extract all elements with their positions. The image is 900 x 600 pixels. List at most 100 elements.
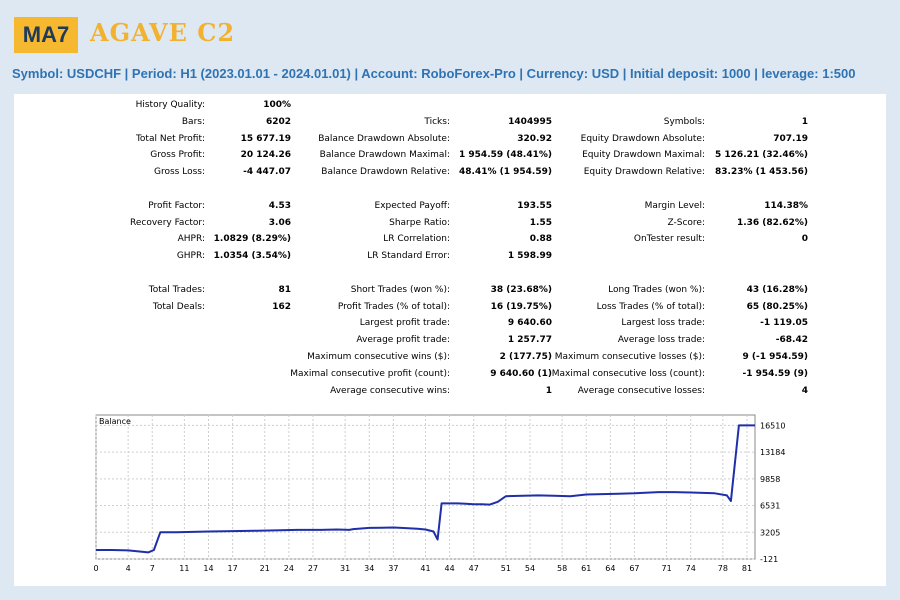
x-tick-label: 37 (388, 564, 398, 573)
stat-value-total-deals: 162 (272, 301, 291, 312)
stat-value-total-trades: 81 (278, 284, 291, 295)
stat-value-expected-payoff: 193.55 (517, 200, 552, 211)
stat-value-lr-correlation: 0.88 (529, 234, 552, 245)
stat-label-maximum-consecutive-losses: Maximum consecutive losses ($): (554, 352, 705, 362)
stat-label-symbols: Symbols: (663, 116, 705, 127)
stat-label-recovery-factor: Recovery Factor: (129, 217, 205, 228)
stat-value-average-loss-trade: -68.42 (775, 335, 808, 346)
stat-label-total-deals: Total Deals: (152, 301, 205, 312)
x-tick-label: 81 (742, 564, 752, 573)
stat-label-gross-profit: Gross Profit: (150, 150, 205, 161)
stat-value-total-net-profit: 15 677.19 (240, 133, 291, 144)
stat-label-maximum-consecutive-wins: Maximum consecutive wins ($): (307, 352, 450, 362)
stat-value-profit-trades-of-total: 16 (19.75%) (490, 301, 552, 312)
y-tick-label: 9858 (760, 475, 780, 484)
y-tick-label: 3205 (760, 528, 780, 537)
stat-label-expected-payoff: Expected Payoff: (374, 200, 450, 211)
stat-value-average-profit-trade: 1 257.77 (507, 335, 552, 346)
report-info-bar: Symbol: USDCHF | Period: H1 (2023.01.01 … (12, 66, 856, 81)
stat-label-equity-drawdown-relative: Equity Drawdown Relative: (583, 167, 705, 178)
stat-value-largest-loss-trade: -1 119.05 (760, 318, 808, 329)
stat-value-equity-drawdown-absolute: 707.19 (773, 133, 808, 144)
stat-label-bars: Bars: (181, 116, 205, 127)
y-tick-label: 13184 (760, 448, 785, 457)
stat-label-ghpr: GHPR: (176, 251, 205, 262)
stat-label-balance-drawdown-relative: Balance Drawdown Relative: (321, 167, 450, 178)
stat-label-total-net-profit: Total Net Profit: (135, 133, 205, 144)
x-tick-label: 74 (686, 564, 696, 573)
stat-value-maximum-consecutive-losses: 9 (-1 954.59) (742, 352, 808, 362)
stat-label-average-loss-trade: Average loss trade: (617, 335, 705, 346)
y-tick-label: 6531 (760, 502, 780, 511)
x-tick-label: 47 (469, 564, 479, 573)
stat-label-loss-trades-of-total: Loss Trades (% of total): (596, 301, 705, 312)
x-tick-label: 11 (179, 564, 189, 573)
stat-value-history-quality: 100% (263, 100, 291, 110)
stat-value-balance-drawdown-maximal: 1 954.59 (48.41%) (459, 150, 552, 161)
stat-label-z-score: Z-Score: (667, 217, 706, 228)
stat-value-gross-profit: 20 124.26 (240, 150, 291, 161)
stat-value-lr-standard-error: 1 598.99 (507, 251, 552, 262)
stat-value-ghpr: 1.0354 (3.54%) (213, 251, 291, 262)
x-tick-label: 34 (364, 564, 374, 573)
stat-value-short-trades-won: 38 (23.68%) (490, 284, 552, 295)
x-tick-label: 51 (501, 564, 511, 573)
stat-label-long-trades-won: Long Trades (won %): (608, 284, 705, 295)
stat-label-lr-standard-error: LR Standard Error: (367, 251, 450, 262)
x-tick-label: 7 (150, 564, 155, 573)
stat-label-equity-drawdown-maximal: Equity Drawdown Maximal: (582, 150, 705, 161)
x-tick-label: 67 (629, 564, 639, 573)
x-tick-label: 64 (605, 564, 615, 573)
stat-value-bars: 6202 (265, 116, 291, 127)
balance-chart: 0 4 7 11 14 17 21 24 27 31 34 37 41 44 47 51 54 58 61 64 67 7… (94, 414, 785, 573)
stat-label-largest-loss-trade: Largest loss trade: (621, 318, 705, 329)
stat-label-sharpe-ratio: Sharpe Ratio: (389, 217, 450, 228)
stat-value-maximal-consecutive-loss-count: -1 954.59 (9) (742, 368, 808, 379)
stat-value-balance-drawdown-absolute: 320.92 (517, 133, 552, 144)
stat-value-equity-drawdown-relative: 83.23% (1 453.56) (715, 167, 808, 178)
stat-value-loss-trades-of-total: 65 (80.25%) (746, 301, 808, 312)
chart-title: Balance (99, 417, 131, 426)
stat-value-balance-drawdown-relative: 48.41% (1 954.59) (459, 167, 552, 178)
stat-value-average-consecutive-losses: 4 (801, 385, 808, 396)
stat-label-average-consecutive-losses: Average consecutive losses: (577, 385, 705, 396)
stat-label-average-profit-trade: Average profit trade: (356, 335, 450, 346)
x-tick-label: 54 (525, 564, 535, 573)
stat-label-gross-loss: Gross Loss: (154, 167, 205, 178)
stat-value-equity-drawdown-maximal: 5 126.21 (32.46%) (715, 150, 808, 161)
stat-label-average-consecutive-wins: Average consecutive wins: (330, 385, 450, 396)
x-tick-label: 21 (260, 564, 270, 573)
stat-label-ticks: Ticks: (424, 116, 450, 127)
stat-value-symbols: 1 (801, 116, 808, 127)
x-tick-label: 61 (581, 564, 591, 573)
stat-value-ontester-result: 0 (801, 234, 808, 245)
x-tick-label: 71 (662, 564, 672, 573)
stat-value-maximal-consecutive-profit-count: 9 640.60 (1) (490, 368, 552, 379)
stat-value-ahpr: 1.0829 (8.29%) (213, 234, 291, 245)
x-tick-label: 17 (228, 564, 238, 573)
x-tick-label: 0 (94, 564, 99, 573)
stat-value-recovery-factor: 3.06 (268, 217, 291, 228)
stat-label-ontester-result: OnTester result: (633, 234, 705, 245)
stat-value-maximum-consecutive-wins: 2 (177.75) (499, 352, 552, 362)
stat-label-margin-level: Margin Level: (644, 200, 705, 211)
stat-label-largest-profit-trade: Largest profit trade: (359, 318, 450, 329)
y-tick-label: 16510 (760, 421, 785, 430)
stat-value-ticks: 1404995 (508, 116, 552, 127)
x-tick-label: 24 (284, 564, 294, 573)
stat-label-equity-drawdown-absolute: Equity Drawdown Absolute: (580, 133, 705, 144)
stat-label-balance-drawdown-absolute: Balance Drawdown Absolute: (318, 133, 450, 144)
logo-badge: MA7 (14, 17, 78, 53)
stat-value-long-trades-won: 43 (16.28%) (746, 284, 808, 295)
report-panel: History Quality: 100% Bars: 6202 Total Net P… (14, 94, 886, 586)
stat-label-profit-trades-of-total: Profit Trades (% of total): (337, 301, 450, 312)
x-tick-label: 31 (340, 564, 350, 573)
stat-value-gross-loss: -4 447.07 (243, 167, 291, 178)
stat-value-margin-level: 114.38% (764, 200, 808, 211)
stat-value-profit-factor: 4.53 (268, 200, 291, 211)
statistics-table: History Quality: 100% Bars: 6202 Total Net P… (14, 94, 886, 396)
stat-label-short-trades-won: Short Trades (won %): (350, 284, 450, 295)
stat-label-history-quality: History Quality: (135, 100, 205, 110)
stat-value-largest-profit-trade: 9 640.60 (507, 318, 552, 329)
x-tick-label: 44 (445, 564, 455, 573)
